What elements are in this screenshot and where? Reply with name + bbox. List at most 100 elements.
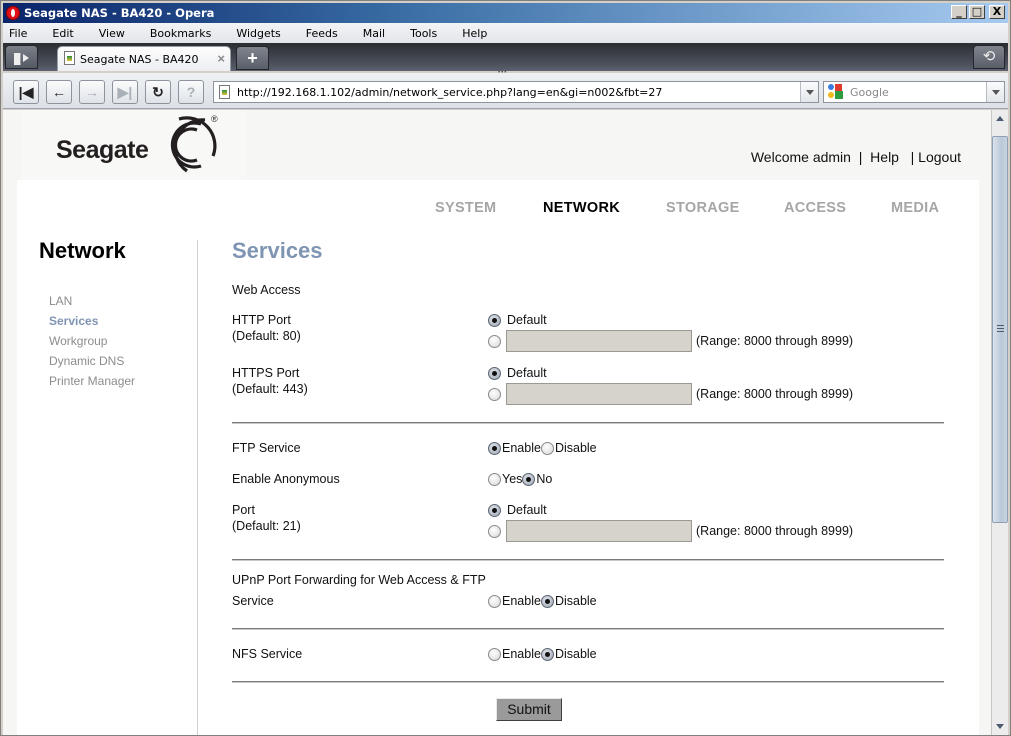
menu-widgets[interactable]: Widgets xyxy=(236,27,280,40)
menu-feeds[interactable]: Feeds xyxy=(306,27,338,40)
ftp-port-custom-option: (Range: 8000 through 8999) xyxy=(488,520,854,542)
close-button[interactable]: X xyxy=(989,5,1005,19)
nfs-enable-radio[interactable] xyxy=(488,647,501,661)
tab-seagate-nas[interactable]: Seagate NAS - BA420 × xyxy=(57,46,231,71)
welcome-text: Welcome admin xyxy=(750,149,851,165)
search-field[interactable]: Google xyxy=(823,81,1005,103)
ftp-disable-radio[interactable] xyxy=(540,441,554,455)
sidebar-item-services[interactable]: Services xyxy=(49,311,135,331)
https-port-default-note: (Default: 443) xyxy=(232,382,308,396)
url-text[interactable]: http://192.168.1.102/admin/network_servi… xyxy=(237,86,662,99)
google-icon xyxy=(828,84,844,100)
ftp-disable-label: Disable xyxy=(554,441,597,455)
fast-forward-button[interactable]: ▶| xyxy=(112,80,138,104)
http-port-label: HTTP Port xyxy=(232,313,291,327)
sidebar-title: Network xyxy=(39,238,126,263)
https-port-input[interactable] xyxy=(506,383,692,405)
page-icon xyxy=(219,85,230,99)
ftp-port-default-radio[interactable] xyxy=(488,503,501,517)
security-key-icon[interactable]: ? xyxy=(178,80,204,104)
anonymous-no-label: No xyxy=(536,472,553,486)
https-custom-option: (Range: 8000 through 8999) xyxy=(488,383,853,405)
sidebar-item-lan[interactable]: LAN xyxy=(49,291,135,311)
section-divider xyxy=(232,681,944,683)
upnp-service-label: Service xyxy=(232,594,274,608)
window-title: Seagate NAS - BA420 - Opera xyxy=(24,6,215,20)
maximize-button[interactable]: □ xyxy=(969,5,985,19)
sidebar-divider xyxy=(197,240,198,735)
menu-edit[interactable]: Edit xyxy=(52,27,73,40)
back-button[interactable]: ← xyxy=(46,80,72,104)
section-divider xyxy=(232,559,944,561)
scrollbar-thumb[interactable] xyxy=(992,136,1008,523)
http-default-radio[interactable] xyxy=(488,313,501,327)
search-engine-dropdown-icon[interactable] xyxy=(986,82,1004,102)
http-default-label: Default xyxy=(507,313,547,327)
section-divider xyxy=(232,422,944,424)
ftp-service-label: FTP Service xyxy=(232,441,301,455)
menu-bar: File Edit View Bookmarks Widgets Feeds M… xyxy=(3,23,1008,43)
nav-system[interactable]: SYSTEM xyxy=(435,200,496,216)
menu-file[interactable]: File xyxy=(9,27,27,40)
scroll-down-icon[interactable] xyxy=(992,718,1008,735)
http-default-option: Default xyxy=(488,312,547,328)
nfs-disable-radio[interactable] xyxy=(540,647,554,661)
anonymous-no-radio[interactable] xyxy=(522,472,536,486)
http-custom-radio[interactable] xyxy=(488,334,501,348)
tab-close-icon[interactable]: × xyxy=(217,51,225,66)
tab-bar: Seagate NAS - BA420 × + ⟲ xyxy=(3,43,1008,71)
scroll-up-icon[interactable] xyxy=(992,110,1008,127)
ftp-port-range-note: (Range: 8000 through 8999) xyxy=(696,524,854,538)
section-divider xyxy=(232,628,944,630)
logout-link[interactable]: Logout xyxy=(918,149,961,165)
https-default-radio[interactable] xyxy=(488,366,501,380)
sidebar-item-workgroup[interactable]: Workgroup xyxy=(49,331,135,351)
forward-button[interactable]: → xyxy=(79,80,105,104)
http-port-default-note: (Default: 80) xyxy=(232,329,301,343)
submit-button[interactable]: Submit xyxy=(496,698,562,721)
reload-button[interactable]: ↻ xyxy=(145,80,171,104)
separator: | xyxy=(898,149,919,165)
nfs-service-label: NFS Service xyxy=(232,647,303,661)
vertical-scrollbar[interactable] xyxy=(991,110,1008,735)
address-dropdown-icon[interactable] xyxy=(800,82,818,102)
nav-media[interactable]: MEDIA xyxy=(891,200,939,216)
content-card: SYSTEM NETWORK STORAGE ACCESS MEDIA Netw… xyxy=(17,180,979,735)
ftp-enable-radio[interactable] xyxy=(488,441,501,455)
menu-help[interactable]: Help xyxy=(462,27,487,40)
help-link[interactable]: Help xyxy=(870,149,899,165)
upnp-enable-radio[interactable] xyxy=(488,594,501,608)
closed-tabs-icon[interactable]: ⟲ xyxy=(973,45,1005,69)
ftp-port-custom-radio[interactable] xyxy=(488,524,501,538)
menu-view[interactable]: View xyxy=(99,27,125,40)
sidebar-item-printer-manager[interactable]: Printer Manager xyxy=(49,371,135,391)
nav-access[interactable]: ACCESS xyxy=(784,200,846,216)
page-title: Services xyxy=(232,238,323,263)
new-tab-button[interactable]: + xyxy=(236,46,269,70)
anonymous-label: Enable Anonymous xyxy=(232,472,340,486)
navigation-toolbar: |◀ ← → ▶| ↻ ? http://192.168.1.102/admin… xyxy=(3,73,1008,109)
upnp-enable-label: Enable xyxy=(502,594,541,608)
browser-window: Seagate NAS - BA420 - Opera _ □ X File E… xyxy=(0,0,1011,736)
address-bar[interactable]: http://192.168.1.102/admin/network_servi… xyxy=(213,81,819,103)
page-icon xyxy=(64,51,75,65)
menu-tools[interactable]: Tools xyxy=(410,27,437,40)
minimize-button[interactable]: _ xyxy=(951,5,967,19)
ftp-port-input[interactable] xyxy=(506,520,692,542)
registered-mark: ® xyxy=(211,114,218,124)
nav-network[interactable]: NETWORK xyxy=(543,200,620,216)
sidebar-item-dynamic-dns[interactable]: Dynamic DNS xyxy=(49,351,135,371)
http-range-note: (Range: 8000 through 8999) xyxy=(696,334,854,348)
anonymous-yes-radio[interactable] xyxy=(488,472,501,486)
https-custom-radio[interactable] xyxy=(488,387,501,401)
nav-storage[interactable]: STORAGE xyxy=(666,200,740,216)
opera-logo-icon xyxy=(6,6,20,20)
panel-toggle-button[interactable] xyxy=(5,45,38,69)
ftp-enable-label: Enable xyxy=(502,441,541,455)
menu-mail[interactable]: Mail xyxy=(363,27,385,40)
sidebar-menu: LAN Services Workgroup Dynamic DNS Print… xyxy=(49,291,135,391)
http-port-input[interactable] xyxy=(506,330,692,352)
rewind-button[interactable]: |◀ xyxy=(13,80,39,104)
upnp-disable-radio[interactable] xyxy=(540,594,554,608)
menu-bookmarks[interactable]: Bookmarks xyxy=(150,27,211,40)
